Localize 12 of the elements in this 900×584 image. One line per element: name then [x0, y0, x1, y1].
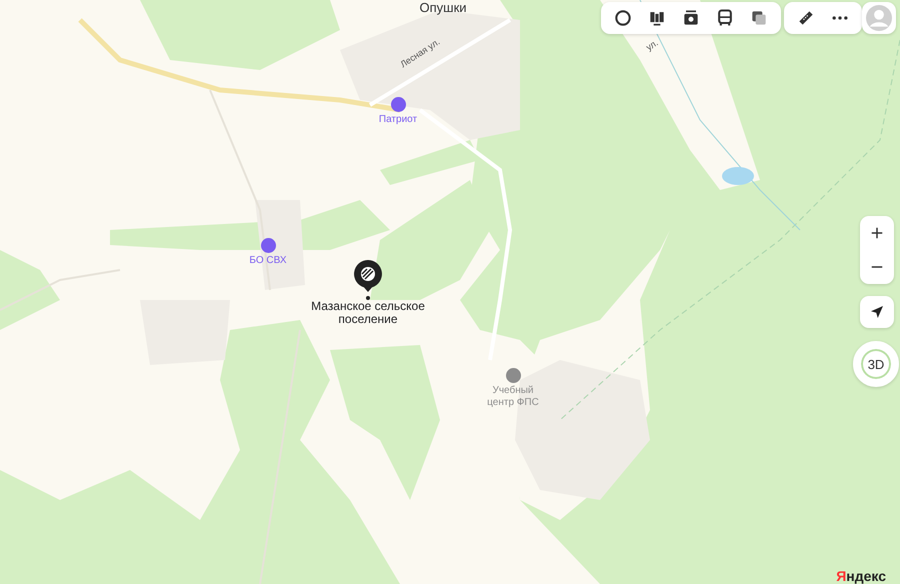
poi-label[interactable]: БО СВХ: [233, 255, 303, 267]
poi-label[interactable]: Патриот: [363, 114, 433, 126]
map-pin-icon[interactable]: [353, 260, 383, 300]
arrow-icon[interactable]: [868, 303, 886, 321]
place-label: Опушки: [419, 0, 467, 15]
street-label: ул.: [644, 38, 660, 52]
bus-icon[interactable]: [715, 8, 735, 28]
location-button[interactable]: [860, 296, 894, 328]
circle-icon[interactable]: [613, 8, 633, 28]
poi-label[interactable]: Учебный центр ФПС: [478, 385, 548, 409]
place-label: Мазанское сельское поселение: [310, 300, 426, 326]
map-logo[interactable]: Яндекс: [836, 568, 886, 584]
